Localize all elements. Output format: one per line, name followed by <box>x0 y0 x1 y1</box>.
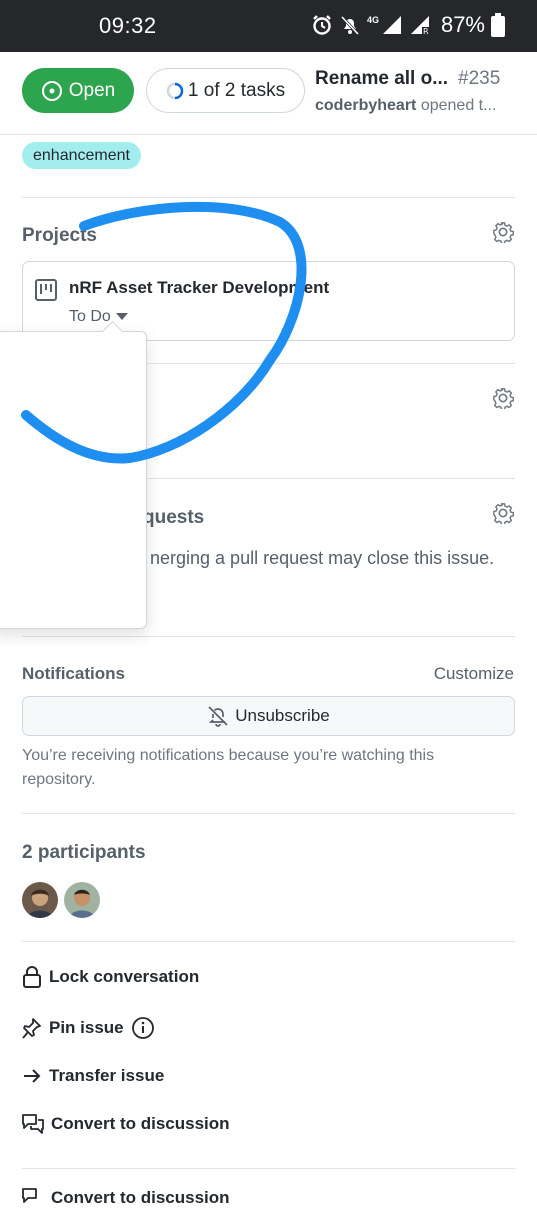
divider <box>22 636 515 637</box>
caret-down-icon <box>115 313 128 320</box>
unsubscribe-label: Unsubscribe <box>235 706 330 725</box>
status-time: 09:32 <box>99 13 157 38</box>
status-bar: 09:32 4G R 87% <box>0 0 537 52</box>
participants-heading: 2 participants <box>22 842 146 863</box>
project-board-icon <box>35 279 57 301</box>
info-icon[interactable] <box>131 1016 155 1040</box>
project-name[interactable]: nRF Asset Tracker Development <box>69 278 329 298</box>
projects-heading: Projects <box>22 225 97 246</box>
project-status-dropdown[interactable]: To Do <box>69 308 128 326</box>
lock-conversation-label: Lock conversation <box>49 967 200 986</box>
label-enhancement[interactable]: enhancement <box>22 142 141 169</box>
convert-to-discussion-action-duplicate[interactable]: Convert to discussion <box>22 1187 230 1209</box>
lock-icon <box>23 966 41 988</box>
issue-number: #235 <box>458 68 501 89</box>
gear-icon[interactable] <box>492 221 514 243</box>
project-status-menu[interactable] <box>0 320 147 629</box>
divider <box>22 941 515 942</box>
project-card[interactable]: nRF Asset Tracker Development To Do <box>22 261 515 341</box>
tasks-label: 1 of 2 tasks <box>187 79 286 101</box>
arrow-right-icon <box>24 1069 41 1083</box>
gear-icon[interactable] <box>492 502 514 524</box>
progress-ring-icon <box>166 82 184 99</box>
battery-percent: 87% <box>440 12 485 37</box>
alarm-icon <box>313 15 331 35</box>
lock-conversation-action[interactable]: Lock conversation <box>22 966 199 988</box>
issue-subtitle-text: opened t... <box>420 97 497 114</box>
battery-icon <box>491 13 505 37</box>
issue-state-badge: Open <box>22 68 134 113</box>
discussion-icon <box>22 1188 37 1203</box>
transfer-issue-action[interactable]: Transfer issue <box>22 1066 164 1086</box>
discussion-icon <box>22 1114 44 1134</box>
notification-reason: You’re receiving notifications because y… <box>22 747 435 788</box>
linked-prs-description: nerging a pull request may close this is… <box>150 548 495 568</box>
pin-issue-action[interactable]: Pin issue <box>22 1016 155 1040</box>
gear-icon[interactable] <box>492 387 514 409</box>
issue-author[interactable]: coderbyheart <box>315 97 416 114</box>
issue-title: Rename all o... <box>315 68 449 89</box>
issue-open-icon <box>41 80 62 101</box>
project-status-label: To Do <box>69 308 111 325</box>
pin-icon <box>22 1018 41 1039</box>
divider <box>22 1168 515 1169</box>
divider <box>22 197 515 198</box>
convert-to-discussion-label: Convert to discussion <box>51 1114 230 1133</box>
tasks-progress[interactable]: 1 of 2 tasks <box>146 68 305 113</box>
linked-prs-heading: quests <box>143 507 205 528</box>
issue-header: Open 1 of 2 tasks Rename all o... #235 c… <box>0 52 537 135</box>
signal-icon <box>382 16 401 34</box>
status-icons: 4G R 87% <box>311 12 505 38</box>
convert-to-discussion-label: Convert to discussion <box>51 1188 230 1207</box>
bell-slash-icon <box>208 706 228 727</box>
divider <box>22 813 515 814</box>
pin-issue-label: Pin issue <box>49 1018 124 1037</box>
avatar[interactable] <box>64 882 100 918</box>
bell-off-icon <box>340 15 360 36</box>
signal-roaming-icon: R <box>410 16 429 36</box>
avatar[interactable] <box>22 882 58 918</box>
customize-link[interactable]: Customize <box>434 664 514 684</box>
network-type: 4G <box>366 15 379 25</box>
unsubscribe-button[interactable]: Unsubscribe <box>22 696 515 736</box>
transfer-issue-label: Transfer issue <box>49 1066 165 1085</box>
svg-text:R: R <box>423 27 429 36</box>
convert-to-discussion-action[interactable]: Convert to discussion <box>22 1113 230 1135</box>
issue-state-label: Open <box>68 79 116 101</box>
issue-subtitle: coderbyheart opened t... <box>315 97 496 115</box>
notifications-heading: Notifications <box>22 664 125 683</box>
